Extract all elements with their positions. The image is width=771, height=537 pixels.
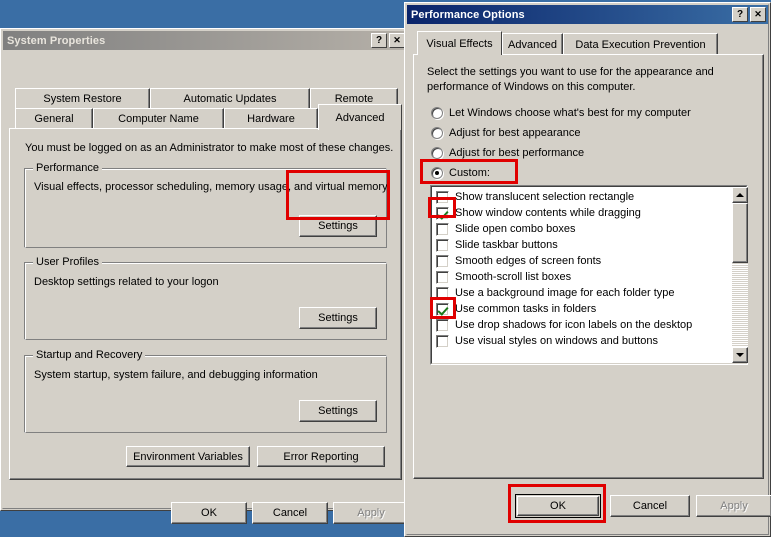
checkbox-icon[interactable] xyxy=(436,222,449,236)
performance-options-apply-button: Apply xyxy=(696,495,771,517)
performance-options-title: Performance Options xyxy=(411,8,525,21)
error-reporting-button[interactable]: Error Reporting xyxy=(257,446,385,467)
visual-effects-list: Show translucent selection rectangle Show… xyxy=(432,189,729,349)
visual-effect-label: Use a background image for each folder t… xyxy=(455,287,675,299)
scrollbar-thumb[interactable] xyxy=(732,203,748,263)
radio-button-icon xyxy=(431,107,443,119)
screen: System Properties ? ✕ System Restore Aut… xyxy=(0,0,771,537)
help-icon[interactable]: ? xyxy=(732,7,748,22)
radio-let-windows-choose[interactable]: Let Windows choose what's best for my co… xyxy=(431,107,691,119)
radio-custom[interactable]: Custom: xyxy=(431,167,490,179)
radio-adjust-best-appearance[interactable]: Adjust for best appearance xyxy=(431,127,580,139)
radio-button-icon xyxy=(431,147,443,159)
visual-effect-label: Show window contents while dragging xyxy=(455,207,641,219)
administrator-notice: You must be logged on as an Administrato… xyxy=(25,142,394,154)
visual-effect-label: Slide open combo boxes xyxy=(455,223,576,235)
checkbox-icon[interactable] xyxy=(436,286,449,300)
performance-options-window: Performance Options ? ✕ Visual Effects A… xyxy=(404,2,771,537)
visual-effect-item[interactable]: Use common tasks in folders xyxy=(432,301,729,317)
visual-effect-item[interactable]: Show translucent selection rectangle xyxy=(432,189,729,205)
visual-effect-label: Use drop shadows for icon labels on the … xyxy=(455,319,693,331)
radio-button-icon xyxy=(431,167,443,179)
radio-button-icon xyxy=(431,127,443,139)
tab-hardware[interactable]: Hardware xyxy=(224,108,318,129)
visual-effect-item[interactable]: Slide open combo boxes xyxy=(432,221,729,237)
user-profiles-settings-button[interactable]: Settings xyxy=(299,307,377,329)
visual-effect-item[interactable]: Show window contents while dragging xyxy=(432,205,729,221)
visual-effect-item[interactable]: Smooth edges of screen fonts xyxy=(432,253,729,269)
checkbox-icon[interactable] xyxy=(436,270,449,284)
tab-advanced[interactable]: Advanced xyxy=(502,33,563,55)
system-properties-title: System Properties xyxy=(7,34,106,47)
tab-visual-effects[interactable]: Visual Effects xyxy=(417,31,502,55)
visual-effect-item[interactable]: Use a background image for each folder t… xyxy=(432,285,729,301)
visual-effect-label: Use visual styles on windows and buttons xyxy=(455,335,658,347)
checkbox-icon[interactable] xyxy=(436,190,449,204)
tab-data-execution-prevention[interactable]: Data Execution Prevention xyxy=(563,33,718,55)
system-properties-cancel-button[interactable]: Cancel xyxy=(252,502,328,524)
tab-computer-name[interactable]: Computer Name xyxy=(93,108,224,129)
system-properties-window: System Properties ? ✕ System Restore Aut… xyxy=(0,28,410,524)
system-properties-apply-button: Apply xyxy=(333,502,409,524)
system-properties-ok-button[interactable]: OK xyxy=(171,502,247,524)
performance-options-titlebar[interactable]: Performance Options ? ✕ xyxy=(407,5,768,24)
visual-effect-label: Use common tasks in folders xyxy=(455,303,597,315)
environment-variables-button[interactable]: Environment Variables xyxy=(126,446,250,467)
help-icon[interactable]: ? xyxy=(371,33,387,48)
intro-line-1: Select the settings you want to use for … xyxy=(427,66,714,78)
user-profiles-group-title: User Profiles xyxy=(33,256,102,268)
startup-recovery-group-title: Startup and Recovery xyxy=(33,349,146,361)
visual-effect-label: Show translucent selection rectangle xyxy=(455,191,635,203)
visual-effect-label: Smooth edges of screen fonts xyxy=(455,255,602,267)
tab-system-restore[interactable]: System Restore xyxy=(15,88,150,109)
intro-line-2: performance of Windows on this computer. xyxy=(427,81,636,93)
checkbox-icon[interactable] xyxy=(436,238,449,252)
system-properties-titlebar[interactable]: System Properties ? ✕ xyxy=(3,31,407,50)
performance-options-cancel-button[interactable]: Cancel xyxy=(610,495,690,517)
visual-effect-item[interactable]: Use visual styles on windows and buttons xyxy=(432,333,729,349)
startup-recovery-description: System startup, system failure, and debu… xyxy=(34,369,318,381)
visual-effect-label: Slide taskbar buttons xyxy=(455,239,558,251)
radio-adjust-best-performance[interactable]: Adjust for best performance xyxy=(431,147,584,159)
checkbox-checked-icon[interactable] xyxy=(436,302,449,316)
visual-effect-label: Smooth-scroll list boxes xyxy=(455,271,572,283)
close-icon[interactable]: ✕ xyxy=(389,33,405,48)
performance-description: Visual effects, processor scheduling, me… xyxy=(34,181,388,193)
scroll-down-arrow-icon[interactable] xyxy=(732,347,748,363)
visual-effects-listbox[interactable]: Show translucent selection rectangle Show… xyxy=(430,185,748,365)
user-profiles-description: Desktop settings related to your logon xyxy=(34,276,219,288)
visual-effect-item[interactable]: Use drop shadows for icon labels on the … xyxy=(432,317,729,333)
performance-group-title: Performance xyxy=(33,162,102,174)
tab-general[interactable]: General xyxy=(15,108,93,129)
performance-settings-button[interactable]: Settings xyxy=(299,215,377,237)
checkbox-icon[interactable] xyxy=(436,334,449,348)
close-icon[interactable]: ✕ xyxy=(750,7,766,22)
tab-automatic-updates[interactable]: Automatic Updates xyxy=(150,88,310,109)
scroll-up-arrow-icon[interactable] xyxy=(732,187,748,203)
visual-effects-scrollbar[interactable] xyxy=(732,187,748,363)
checkbox-icon[interactable] xyxy=(436,318,449,332)
checkbox-icon[interactable] xyxy=(436,254,449,268)
performance-options-ok-button[interactable]: OK xyxy=(515,494,601,518)
checkbox-checked-icon[interactable] xyxy=(436,206,449,220)
visual-effect-item[interactable]: Slide taskbar buttons xyxy=(432,237,729,253)
tab-advanced[interactable]: Advanced xyxy=(318,104,402,130)
startup-recovery-settings-button[interactable]: Settings xyxy=(299,400,377,422)
visual-effect-item[interactable]: Smooth-scroll list boxes xyxy=(432,269,729,285)
